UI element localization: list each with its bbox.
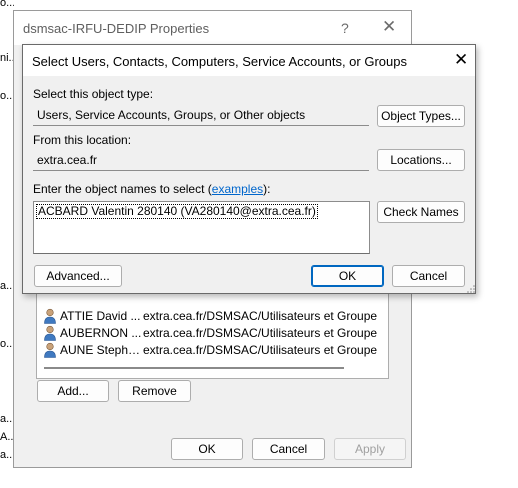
list-item[interactable]: AUNE Stepha... extra.cea.fr/DSMSAC/Utili… (43, 342, 383, 358)
background-text-fragment: o... (0, 90, 14, 102)
properties-close-icon[interactable]: ✕ (382, 17, 396, 37)
remove-button[interactable]: Remove (118, 380, 191, 402)
object-type-label: Select this object type: (33, 87, 154, 101)
background-text-fragment: A... (0, 431, 14, 443)
members-list[interactable]: ATTIE David ... extra.cea.fr/DSMSAC/Util… (36, 291, 389, 379)
select-ok-button[interactable]: OK (311, 265, 384, 287)
object-names-label: Enter the object names to select (exampl… (33, 182, 270, 196)
help-icon[interactable]: ? (341, 20, 349, 36)
member-name: AUNE Stepha... (60, 343, 142, 357)
advanced-button[interactable]: Advanced... (34, 265, 122, 287)
background-text-fragment: ni... (0, 52, 14, 64)
select-dialog-title-bar: Select Users, Contacts, Computers, Servi… (23, 45, 475, 76)
select-users-dialog: Select Users, Contacts, Computers, Servi… (22, 44, 476, 294)
background-text-fragment: o... (0, 0, 14, 9)
list-item[interactable]: ATTIE David ... extra.cea.fr/DSMSAC/Util… (43, 308, 383, 324)
select-dialog-title: Select Users, Contacts, Computers, Servi… (32, 54, 407, 69)
select-dialog-close-icon[interactable]: ✕ (454, 50, 468, 70)
object-types-button[interactable]: Object Types... (377, 105, 465, 127)
ok-button[interactable]: OK (171, 438, 243, 460)
member-path: extra.cea.fr/DSMSAC/Utilisateurs et Grou… (143, 326, 377, 340)
cancel-button[interactable]: Cancel (252, 438, 325, 460)
select-cancel-button[interactable]: Cancel (392, 265, 465, 287)
user-icon (44, 308, 56, 324)
user-icon (44, 342, 56, 358)
background-text-fragment: o... (0, 338, 14, 350)
object-names-label-suffix: ): (263, 182, 271, 196)
list-item[interactable]: AUBERNON ... extra.cea.fr/DSMSAC/Utilisa… (43, 325, 383, 341)
object-names-input[interactable]: ACBARD Valentin 280140 (VA280140@extra.c… (33, 201, 370, 254)
resize-grip-icon[interactable] (467, 285, 475, 293)
properties-title-bar: dsmsac-IRFU-DEDIP Properties ? ✕ (14, 11, 411, 45)
object-names-label-prefix: Enter the object names to select ( (33, 182, 212, 196)
background-text-fragment: a... (0, 413, 14, 425)
background-text-fragment: a... (0, 280, 14, 292)
object-names-value: ACBARD Valentin 280140 (VA280140@extra.c… (36, 204, 318, 219)
location-label: From this location: (33, 133, 132, 147)
apply-button[interactable]: Apply (334, 438, 406, 460)
locations-button[interactable]: Locations... (377, 149, 465, 171)
properties-title: dsmsac-IRFU-DEDIP Properties (23, 21, 210, 36)
object-type-field: Users, Service Accounts, Groups, or Othe… (33, 104, 369, 126)
member-name: ATTIE David ... (60, 309, 141, 323)
examples-link[interactable]: examples (212, 182, 263, 196)
member-name: AUBERNON ... (60, 326, 142, 340)
check-names-button[interactable]: Check Names (377, 201, 465, 223)
location-field: extra.cea.fr (33, 149, 369, 171)
user-icon (44, 325, 56, 341)
add-button[interactable]: Add... (37, 380, 109, 402)
member-path: extra.cea.fr/DSMSAC/Utilisateurs et Grou… (143, 309, 377, 323)
member-path: extra.cea.fr/DSMSAC/Utilisateurs et Grou… (143, 343, 377, 357)
background-text-fragment: a... (0, 449, 14, 461)
horizontal-scrollbar[interactable] (44, 367, 344, 369)
